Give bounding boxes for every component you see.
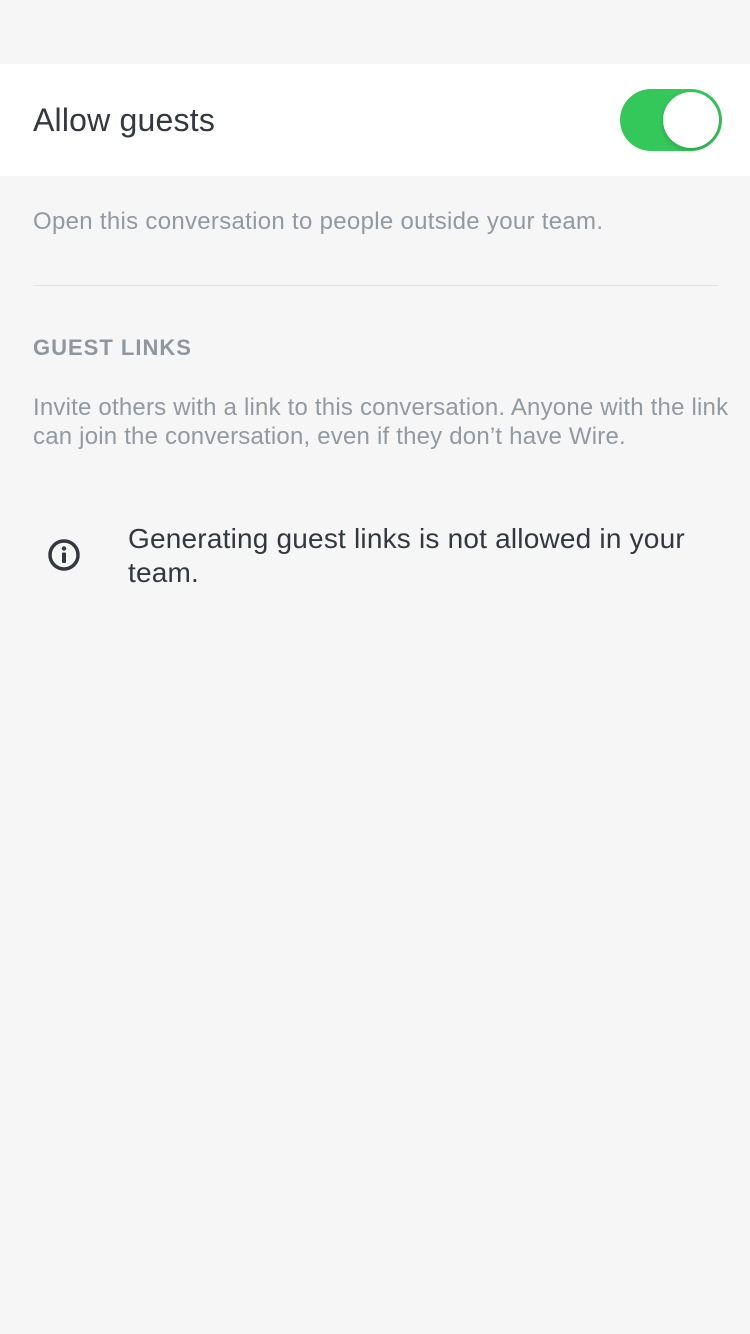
guest-links-section-title: GUEST LINKS — [33, 335, 192, 360]
allow-guests-description: Open this conversation to people outside… — [33, 208, 604, 235]
toggle-knob — [663, 92, 719, 148]
allow-guests-row: Allow guests — [0, 64, 750, 176]
info-icon — [47, 538, 81, 572]
allow-guests-label: Allow guests — [33, 102, 216, 138]
allow-guests-toggle[interactable] — [620, 89, 722, 151]
guest-links-notice: Generating guest links is not allowed in… — [128, 523, 685, 588]
top-spacer — [0, 0, 750, 64]
section-divider — [33, 285, 718, 286]
guest-links-description: Invite others with a link to this conver… — [33, 394, 729, 450]
